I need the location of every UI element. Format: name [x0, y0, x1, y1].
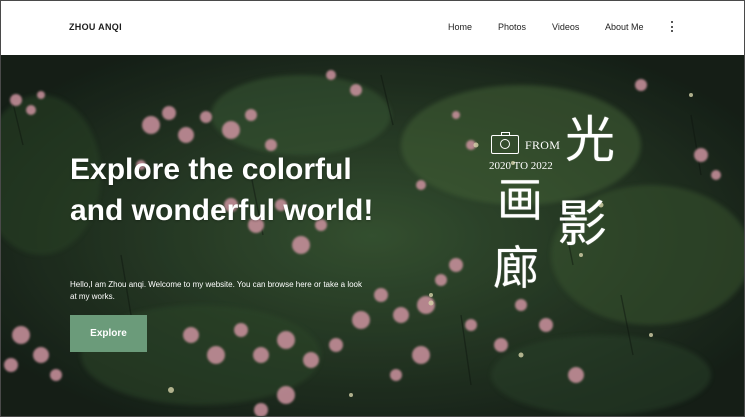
nav-videos[interactable]: Videos [552, 22, 579, 32]
hero-headline: Explore the colorful and wonderful world… [70, 153, 374, 227]
nav-home[interactable]: Home [448, 22, 472, 32]
logo-char-2: 画 [497, 173, 543, 227]
site-header: ZHOU ANQI Home Photos Videos About Me [1, 1, 744, 55]
nav-about-me[interactable]: About Me [605, 22, 644, 32]
hero-section: Explore the colorful and wonderful world… [1, 55, 744, 416]
logo-from-text: FROM [525, 138, 561, 152]
hero-intro-text: Hello,I am Zhou anqi. Welcome to my webs… [70, 280, 363, 301]
site-brand[interactable]: ZHOU ANQI [69, 22, 122, 32]
browser-frame: ZHOU ANQI Home Photos Videos About Me Ex… [0, 0, 745, 417]
logo-char-1: 光 [565, 111, 615, 169]
camera-icon [491, 132, 519, 154]
logo-years-text: 2020 TO 2022 [489, 160, 553, 172]
gallery-logo: FROM 2020 TO 2022 光 画 影 廊 [485, 111, 635, 327]
explore-button[interactable]: Explore [70, 315, 147, 352]
vertical-ellipsis-icon[interactable] [669, 21, 675, 33]
logo-char-4: 廊 [493, 241, 539, 295]
nav-photos[interactable]: Photos [498, 22, 526, 32]
logo-char-3: 影 [557, 195, 607, 253]
